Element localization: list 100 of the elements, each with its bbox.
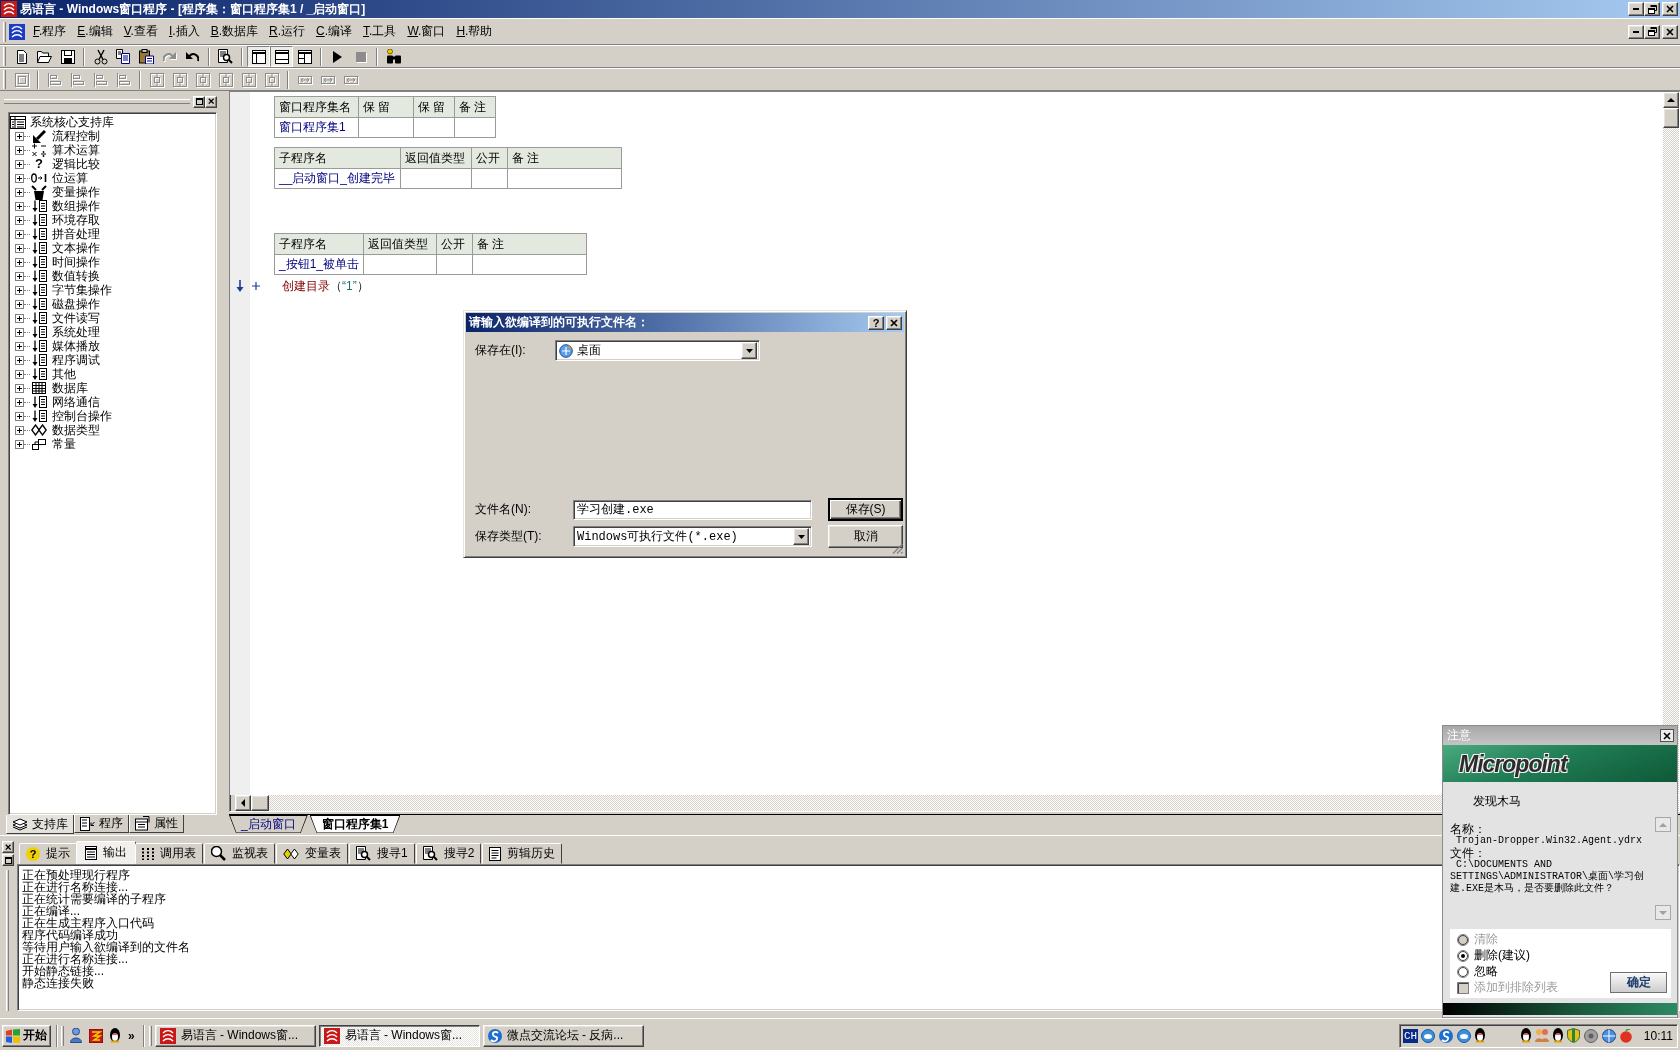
tree-item[interactable]: 字节集操作 — [52, 283, 112, 297]
file-type-dropdown[interactable]: Windows可执行文件(*.exe) — [573, 526, 812, 547]
taskbar-button[interactable]: 微点交流论坛 - 反病... — [482, 1024, 644, 1047]
plus-icon[interactable] — [252, 282, 260, 290]
expand-icon[interactable] — [15, 215, 24, 225]
restore-button[interactable] — [1644, 24, 1660, 39]
expand-icon[interactable] — [15, 313, 24, 323]
tree-item[interactable]: 算术运算 — [52, 143, 100, 157]
tab[interactable]: 窗口程序集1 — [309, 815, 401, 833]
tab[interactable]: 属性 — [129, 815, 184, 833]
save-button[interactable]: 保存(S) — [828, 498, 903, 521]
tree-item[interactable]: 数值转换 — [52, 269, 100, 283]
expand-icon[interactable] — [15, 229, 24, 239]
menu-item[interactable]: F.程序 — [28, 21, 72, 42]
minimize-button[interactable] — [1628, 2, 1644, 16]
tab[interactable]: 变量表 — [276, 843, 348, 864]
person-icon[interactable] — [70, 1028, 82, 1043]
restore-button[interactable] — [1644, 2, 1660, 16]
menu-item[interactable]: T.工具 — [358, 21, 402, 42]
tab[interactable]: 搜寻2 — [415, 843, 482, 864]
chat-bubble-icon[interactable] — [1457, 1028, 1472, 1043]
scrollbar-thumb[interactable] — [1663, 108, 1679, 128]
expand-icon[interactable] — [15, 369, 24, 379]
tree-item[interactable]: 数据库 — [52, 381, 88, 395]
expand-icon[interactable] — [15, 173, 24, 183]
close-button[interactable] — [1660, 729, 1674, 742]
expand-icon[interactable] — [15, 327, 24, 337]
tree-item[interactable]: 网络通信 — [52, 395, 100, 409]
menu-item[interactable]: R.运行 — [264, 21, 310, 42]
expand-icon[interactable] — [15, 187, 24, 197]
toolbar-button[interactable] — [270, 46, 293, 67]
tab[interactable]: 支持库 — [6, 815, 74, 834]
scrollbar-track[interactable] — [1663, 128, 1679, 795]
expand-icon[interactable] — [15, 131, 24, 141]
expand-icon[interactable] — [15, 355, 24, 365]
tab[interactable]: 搜寻1 — [349, 843, 415, 864]
tree-item[interactable]: 文本操作 — [52, 241, 100, 255]
expand-icon[interactable] — [15, 257, 24, 267]
menu-item[interactable]: C.编译 — [311, 21, 358, 42]
tab[interactable]: _启动窗口 — [229, 815, 308, 833]
scroll-left-button[interactable] — [235, 795, 251, 811]
expand-icon[interactable] — [15, 383, 24, 393]
taskbar-button[interactable]: 易语言 - Windows窗... — [154, 1024, 316, 1047]
expand-icon[interactable] — [15, 425, 24, 435]
globe-icon[interactable] — [1602, 1028, 1617, 1043]
expand-icon[interactable] — [15, 411, 24, 421]
expand-icon[interactable] — [15, 159, 24, 169]
tree-item[interactable]: 控制台操作 — [52, 409, 112, 423]
tree-item[interactable]: 数据类型 — [52, 423, 100, 437]
scrollbar-thumb[interactable] — [251, 795, 269, 811]
tree-item[interactable]: 系统核心支持库 — [30, 115, 114, 129]
tree-item[interactable]: 环境存取 — [52, 213, 100, 227]
penguin-icon[interactable] — [1521, 1028, 1532, 1043]
tree-item[interactable]: 拼音处理 — [52, 227, 100, 241]
tree-item[interactable]: 时间操作 — [52, 255, 100, 269]
tree-item[interactable]: 流程控制 — [52, 129, 100, 143]
resize-grip-icon[interactable] — [892, 543, 903, 554]
tab[interactable]: 输出 — [76, 841, 136, 864]
expand-icon[interactable] — [15, 201, 24, 211]
tree-item[interactable]: 磁盘操作 — [52, 297, 100, 311]
expand-icon[interactable] — [15, 271, 24, 281]
more-button[interactable]: » — [126, 1028, 137, 1043]
tree-item[interactable]: 文件读写 — [52, 311, 100, 325]
chat-bubble-icon[interactable] — [1421, 1028, 1436, 1043]
taskbar-button[interactable]: 易语言 - Windows窗... — [318, 1024, 480, 1047]
ime-indicator[interactable]: CH — [1403, 1028, 1419, 1043]
menu-item[interactable]: B.数据库 — [205, 21, 263, 42]
ok-button[interactable]: 确定 — [1610, 972, 1667, 993]
menu-item[interactable]: V.查看 — [118, 21, 163, 42]
penguin-icon[interactable] — [110, 1028, 120, 1043]
toolbar-button[interactable] — [247, 46, 270, 67]
shield-icon[interactable] — [1567, 1028, 1581, 1043]
minimize-button[interactable] — [1628, 24, 1644, 39]
tree-item[interactable]: 程序调试 — [52, 353, 100, 367]
tree-item[interactable]: 常量 — [52, 437, 76, 451]
menu-item[interactable]: H.帮助 — [451, 21, 498, 42]
tree-item[interactable]: 变量操作 — [52, 185, 100, 199]
fruit-icon[interactable] — [1620, 1028, 1633, 1043]
disc-icon[interactable] — [1584, 1028, 1599, 1043]
tab[interactable]: 剪辑历史 — [482, 843, 563, 864]
menu-item[interactable]: I.插入 — [163, 21, 205, 42]
tree-item[interactable]: 其他 — [52, 367, 76, 381]
cancel-button[interactable]: 取消 — [828, 525, 903, 548]
tab[interactable]: 调用表 — [135, 843, 203, 864]
menu-item[interactable]: E.编辑 — [72, 21, 118, 42]
radio-option[interactable]: 删除(建议) — [1457, 948, 1558, 963]
help-button[interactable]: ? — [868, 315, 884, 330]
menu-item[interactable]: W.窗口 — [402, 21, 451, 42]
tree-item[interactable]: 位运算 — [52, 171, 88, 185]
start-button[interactable]: 开始 — [2, 1024, 51, 1047]
swirl-circle-icon[interactable] — [1439, 1028, 1454, 1043]
restore-button[interactable] — [193, 95, 205, 108]
expand-icon[interactable] — [15, 243, 24, 253]
dropdown-button[interactable] — [741, 342, 757, 359]
expand-icon[interactable] — [15, 341, 24, 351]
expand-icon[interactable] — [15, 299, 24, 309]
radio-option[interactable]: 忽略 — [1457, 964, 1558, 979]
dropdown-button[interactable] — [793, 528, 809, 545]
expand-icon[interactable] — [15, 397, 24, 407]
expand-icon[interactable] — [15, 285, 24, 295]
